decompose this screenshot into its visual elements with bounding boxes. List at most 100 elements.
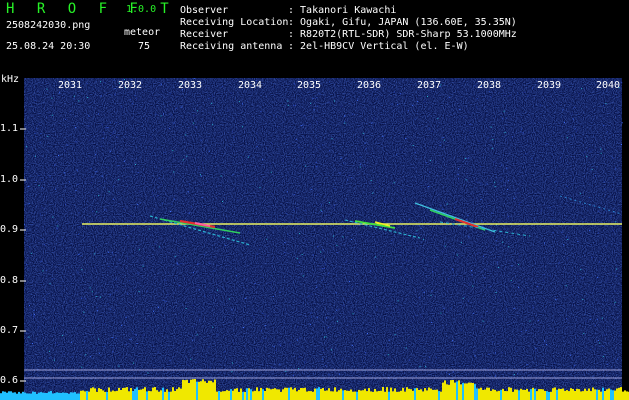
noise-speckle	[520, 331, 522, 332]
noise-speckle	[333, 188, 335, 190]
level-bar	[540, 389, 542, 400]
noise-speckle	[152, 196, 154, 198]
noise-speckle	[133, 362, 134, 364]
noise-speckle	[238, 365, 240, 367]
noise-speckle	[173, 198, 175, 200]
noise-speckle	[351, 286, 353, 287]
level-bar	[386, 387, 388, 400]
noise-speckle	[489, 91, 491, 92]
level-bar	[236, 388, 238, 400]
noise-speckle	[190, 358, 192, 360]
noise-speckle	[114, 93, 116, 95]
level-bar	[546, 391, 548, 400]
noise-speckle	[181, 342, 182, 343]
level-bar	[90, 388, 92, 400]
level-bar	[218, 391, 220, 400]
noise-speckle	[51, 97, 53, 99]
noise-speckle	[510, 280, 512, 282]
mode-label: meteor	[124, 27, 161, 38]
noise-speckle	[89, 287, 91, 289]
level-bar	[238, 391, 240, 400]
noise-speckle	[542, 168, 544, 170]
noise-speckle	[192, 339, 194, 341]
noise-speckle	[111, 337, 113, 339]
noise-speckle	[453, 371, 455, 373]
noise-speckle	[532, 306, 534, 308]
noise-speckle	[95, 347, 97, 349]
level-bar	[114, 391, 116, 400]
noise-speckle	[58, 344, 60, 346]
level-bar	[278, 389, 280, 400]
noise-speckle	[46, 88, 48, 90]
noise-speckle	[355, 273, 357, 275]
noise-speckle	[73, 95, 75, 97]
level-bar	[556, 389, 558, 400]
level-bar	[550, 391, 552, 400]
noise-speckle	[343, 163, 345, 164]
noise-speckle	[602, 346, 604, 347]
noise-speckle	[113, 79, 115, 81]
noise-speckle	[56, 227, 58, 229]
level-bar	[626, 391, 628, 400]
level-bar	[82, 390, 84, 400]
noise-speckle	[195, 361, 197, 363]
noise-speckle	[480, 316, 482, 318]
noise-speckle	[253, 316, 255, 318]
level-bar	[322, 388, 324, 400]
noise-speckle	[254, 282, 256, 284]
noise-speckle	[318, 147, 320, 148]
noise-speckle	[193, 78, 195, 79]
noise-speckle	[471, 221, 472, 223]
observer-value: : Takanori Kawachi	[288, 5, 397, 16]
noise-speckle	[40, 260, 42, 262]
noise-speckle	[466, 219, 468, 221]
noise-speckle	[161, 202, 163, 204]
level-bar	[166, 389, 168, 400]
level-bar	[206, 382, 208, 400]
noise-speckle	[42, 270, 44, 272]
level-bar	[340, 388, 342, 400]
level-bar	[222, 391, 224, 400]
noise-speckle	[76, 169, 78, 171]
level-bar	[234, 388, 236, 400]
noise-speckle	[560, 157, 561, 159]
level-bar	[478, 388, 480, 400]
noise-speckle	[616, 275, 618, 277]
level-bar	[176, 389, 178, 400]
noise-speckle	[345, 261, 347, 263]
noise-speckle	[404, 274, 406, 276]
noise-speckle	[160, 115, 162, 117]
noise-speckle	[613, 230, 614, 232]
noise-speckle	[312, 97, 314, 99]
noise-speckle	[546, 143, 548, 144]
noise-speckle	[334, 205, 336, 207]
noise-speckle	[397, 329, 399, 331]
noise-speckle	[394, 334, 396, 336]
noise-speckle	[528, 329, 530, 331]
level-bar	[402, 387, 404, 400]
level-bar	[298, 389, 300, 400]
noise-speckle	[65, 203, 66, 205]
noise-speckle	[554, 362, 556, 364]
noise-speckle	[173, 171, 175, 173]
noise-speckle	[232, 131, 234, 133]
noise-speckle	[383, 78, 384, 80]
noise-speckle	[28, 203, 30, 205]
noise-speckle	[365, 148, 367, 150]
noise-speckle	[85, 354, 87, 356]
noise-speckle	[331, 349, 332, 351]
level-bar	[66, 393, 68, 400]
noise-speckle	[116, 136, 118, 138]
noise-speckle	[494, 352, 496, 354]
noise-speckle	[88, 125, 90, 127]
level-bar	[164, 391, 166, 400]
noise-speckle	[327, 274, 329, 276]
noise-speckle	[394, 91, 395, 93]
noise-speckle	[98, 338, 100, 340]
noise-speckle	[396, 154, 398, 156]
noise-speckle	[466, 157, 468, 159]
noise-speckle	[603, 124, 605, 126]
level-bar	[342, 390, 344, 400]
noise-speckle	[340, 106, 342, 108]
level-bar	[34, 392, 36, 400]
